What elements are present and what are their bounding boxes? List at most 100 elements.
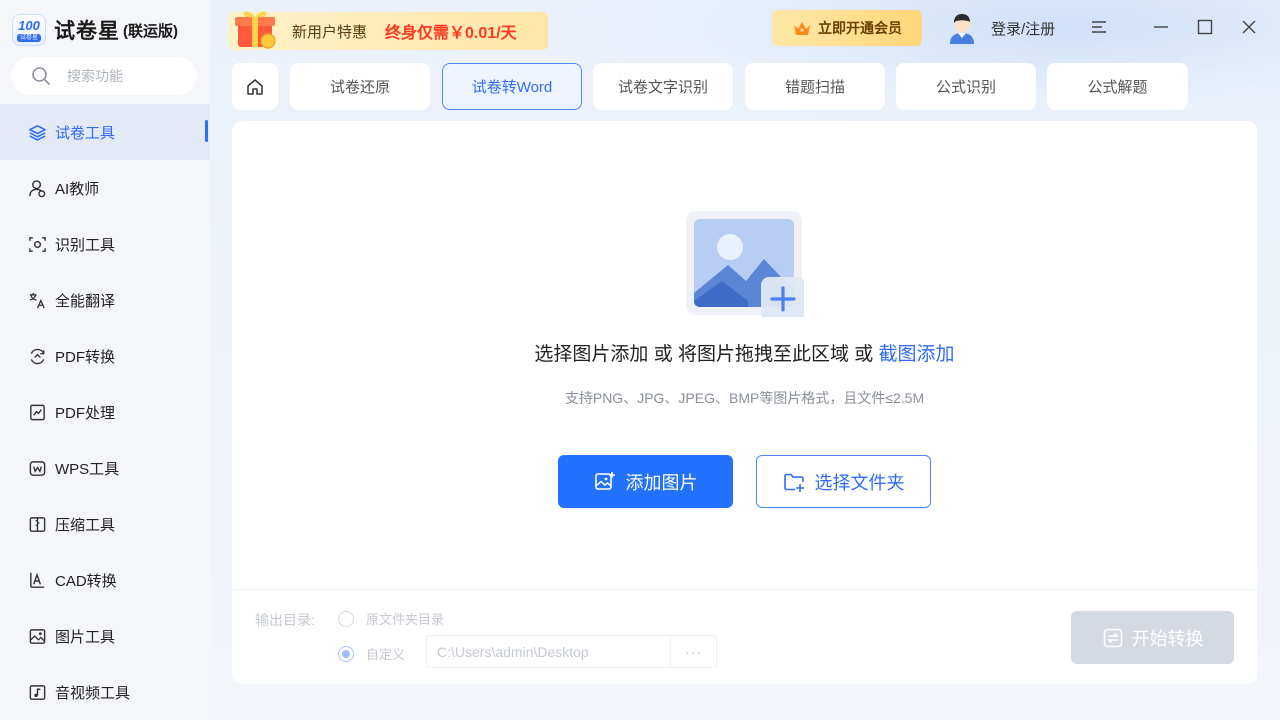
sidebar-item-label: 全能翻译: [55, 292, 116, 310]
sidebar-item-ai-teacher[interactable]: AI教师: [0, 160, 210, 216]
tab-label: 错题扫描: [784, 79, 845, 96]
browse-path-button[interactable]: ···: [670, 636, 716, 667]
tab-formula-ocr[interactable]: 公式识别: [896, 63, 1036, 110]
sidebar-item-translate[interactable]: 全能翻译: [0, 272, 210, 328]
image-icon: [27, 626, 47, 646]
add-image-icon: [594, 471, 615, 490]
sidebar-item-wps-tools[interactable]: WPS工具: [0, 440, 210, 496]
search-box[interactable]: [11, 57, 197, 95]
sidebar-item-label: 音视频工具: [55, 684, 131, 702]
sidebar: 100 试卷星 试卷星 (联运版) 试卷工具: [0, 0, 210, 720]
sidebar-item-label: WPS工具: [55, 460, 120, 478]
radio-original-folder[interactable]: [338, 610, 354, 627]
compress-icon: [27, 514, 47, 534]
tab-exam-to-word[interactable]: 试卷转Word: [442, 63, 582, 110]
tab-label: 试卷文字识别: [617, 79, 708, 96]
pdf-convert-icon: [27, 346, 47, 366]
sidebar-item-label: 压缩工具: [55, 516, 116, 534]
add-image-illustration-icon: [686, 211, 805, 321]
output-directory-label: 输出目录:: [255, 612, 315, 628]
layers-icon: [27, 122, 47, 142]
translate-icon: [27, 290, 47, 310]
tab-label: 公式识别: [935, 79, 996, 96]
login-label: 登录/注册: [991, 20, 1056, 38]
app-title: 试卷星: [54, 20, 120, 43]
home-icon: [247, 78, 263, 95]
login-register[interactable]: 登录/注册: [947, 12, 1055, 44]
output-path-value: C:\Users\admin\Desktop: [437, 643, 589, 660]
promo-price: 终身仅需￥0.01/天: [385, 25, 517, 42]
ai-teacher-icon: [27, 178, 47, 198]
app-edition: (联运版): [123, 22, 178, 40]
main-panel: 选择图片添加 或 将图片拖拽至此区域 或 截图添加 支持PNG、JPG、JPEG…: [232, 121, 1257, 684]
select-folder-button[interactable]: 选择文件夹: [756, 455, 931, 508]
start-convert-label: 开始转换: [1131, 628, 1204, 649]
add-folder-icon: [783, 473, 804, 492]
gift-box-icon: [232, 5, 280, 51]
logo-number: 100: [18, 17, 40, 33]
sidebar-item-label: 识别工具: [55, 236, 116, 254]
close-icon[interactable]: [1238, 16, 1260, 38]
pdf-edit-icon: [27, 402, 47, 422]
drop-zone-title: 选择图片添加 或 将图片拖拽至此区域 或 截图添加: [232, 339, 1257, 366]
tab-exam-restore[interactable]: 试卷还原: [290, 63, 430, 110]
add-image-button[interactable]: 添加图片: [558, 455, 733, 508]
sidebar-item-pdf-convert[interactable]: PDF转换: [0, 328, 210, 384]
output-option-custom[interactable]: 自定义: [338, 644, 405, 663]
sidebar-item-label: CAD转换: [55, 572, 117, 590]
avatar: [947, 12, 977, 44]
sidebar-item-label: PDF处理: [55, 404, 116, 422]
cad-icon: [27, 570, 47, 590]
search-icon: [32, 67, 50, 85]
tab-exam-text-ocr[interactable]: 试卷文字识别: [593, 63, 733, 110]
search-input[interactable]: [67, 68, 187, 84]
screenshot-add-link[interactable]: 截图添加: [879, 344, 955, 365]
music-icon: [27, 682, 47, 702]
tab-home[interactable]: [232, 63, 278, 110]
menu-icon[interactable]: [1088, 16, 1110, 38]
sidebar-item-cad-convert[interactable]: CAD转换: [0, 552, 210, 608]
sidebar-item-label: AI教师: [55, 180, 100, 198]
maximize-icon[interactable]: [1194, 16, 1216, 38]
new-user-promo-banner[interactable]: 新用户特惠 终身仅需￥0.01/天: [228, 11, 548, 50]
crown-icon: [794, 22, 810, 35]
sidebar-item-recognition-tools[interactable]: 识别工具: [0, 216, 210, 272]
app-window: 100 试卷星 试卷星 (联运版) 试卷工具: [0, 0, 1280, 720]
wps-icon: [27, 458, 47, 478]
select-folder-label: 选择文件夹: [814, 472, 905, 493]
tab-formula-solve[interactable]: 公式解题: [1047, 63, 1188, 110]
logo-badge-icon: 100 试卷星: [12, 14, 46, 46]
radio-custom-folder[interactable]: [338, 645, 354, 662]
radio-original-label: 原文件夹目录: [366, 612, 445, 627]
minimize-icon[interactable]: [1150, 16, 1172, 38]
add-image-label: 添加图片: [625, 472, 698, 493]
tab-label: 公式解题: [1087, 79, 1148, 96]
sidebar-item-compress-tools[interactable]: 压缩工具: [0, 496, 210, 552]
scan-icon: [27, 234, 47, 254]
drop-zone-instructions: 选择图片添加 或 将图片拖拽至此区域 或: [534, 344, 879, 365]
sidebar-item-av-tools[interactable]: 音视频工具: [0, 664, 210, 720]
output-settings-bar: 输出目录: 原文件夹目录 自定义 C:\Users\admin\Desktop …: [232, 589, 1257, 684]
sidebar-nav: 试卷工具 AI教师 识别工具 全能翻译 PDF转换 PDF处理 WPS工具 压缩…: [0, 104, 210, 720]
image-drop-zone[interactable]: 选择图片添加 或 将图片拖拽至此区域 或 截图添加 支持PNG、JPG、JPEG…: [232, 121, 1257, 589]
vip-button-label: 立即开通会员: [818, 20, 902, 36]
app-logo: 100 试卷星 试卷星 (联运版): [12, 12, 178, 48]
output-option-original[interactable]: 原文件夹目录: [338, 609, 444, 628]
output-path-field[interactable]: C:\Users\admin\Desktop ···: [426, 635, 717, 668]
sidebar-item-label: PDF转换: [55, 348, 116, 366]
tab-label: 试卷还原: [329, 79, 390, 96]
tab-wrong-question-scan[interactable]: 错题扫描: [745, 63, 885, 110]
radio-custom-label: 自定义: [366, 647, 406, 662]
vip-subscribe-button[interactable]: 立即开通会员: [772, 10, 922, 46]
promo-text: 新用户特惠: [292, 23, 368, 41]
supported-formats-hint: 支持PNG、JPG、JPEG、BMP等图片格式，且文件≤2.5M: [564, 390, 925, 406]
logo-tag: 试卷星: [16, 33, 41, 42]
sidebar-item-exam-tools[interactable]: 试卷工具: [0, 104, 210, 160]
tab-label: 试卷转Word: [471, 79, 553, 96]
sidebar-item-pdf-process[interactable]: PDF处理: [0, 384, 210, 440]
convert-icon: [1103, 628, 1122, 647]
sidebar-item-label: 图片工具: [55, 628, 116, 646]
sidebar-item-label: 试卷工具: [55, 124, 116, 142]
start-convert-button[interactable]: 开始转换: [1071, 611, 1234, 664]
sidebar-item-image-tools[interactable]: 图片工具: [0, 608, 210, 664]
